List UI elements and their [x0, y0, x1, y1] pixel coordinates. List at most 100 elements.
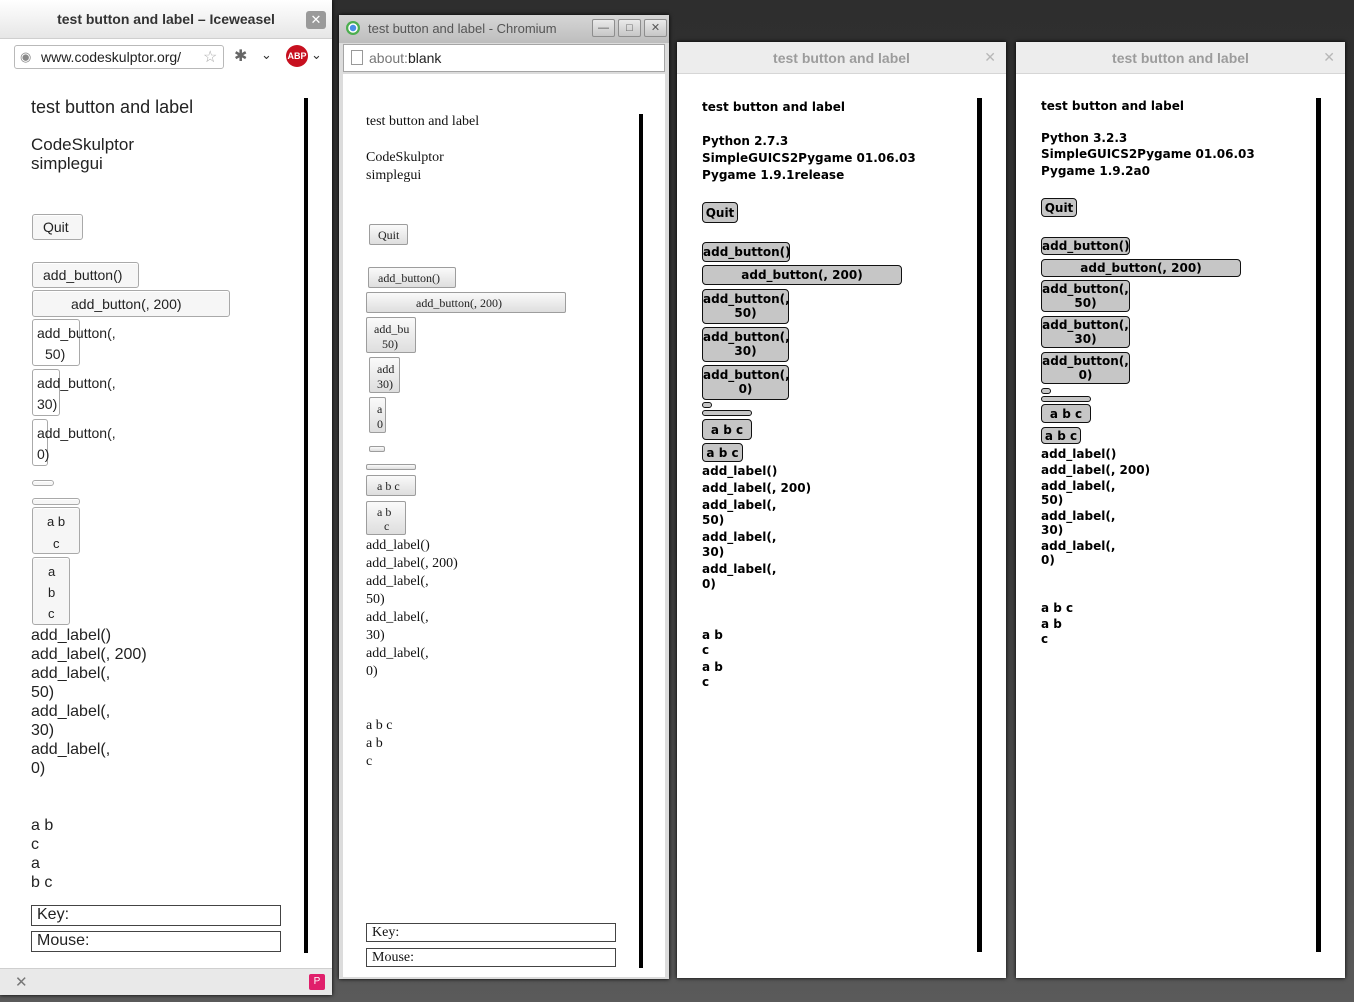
abc-button-40[interactable]: a b c [366, 501, 406, 535]
label-item: c [366, 754, 373, 769]
adblock-menu-chevron-icon[interactable]: ⌄ [311, 47, 322, 63]
add-button-default[interactable]: add_button() [32, 262, 139, 288]
label-item: c [702, 675, 710, 689]
close-icon[interactable]: ✕ [644, 19, 667, 37]
canvas-edge [1316, 98, 1321, 952]
label-item: c [702, 643, 710, 657]
quit-button[interactable]: Quit [1041, 198, 1077, 217]
empty-button-wide[interactable] [702, 410, 752, 416]
close-icon[interactable]: ✕ [984, 49, 996, 66]
adblock-icon[interactable]: ABP [286, 45, 308, 67]
label-item: b c [31, 874, 53, 891]
add-button-width-30[interactable]: add_button(, 30) [32, 369, 116, 416]
add-button-width-0[interactable]: add_button(, 0) [32, 419, 116, 466]
quit-button[interactable]: Quit [32, 214, 83, 240]
add-button-width-30[interactable]: add_button(, 30) [1041, 316, 1130, 348]
bug-icon[interactable]: ✱ [234, 46, 247, 66]
label-item: a b [1041, 617, 1062, 631]
omnibox[interactable]: about:blank [343, 44, 665, 72]
add-button-width-200[interactable]: add_button(, 200) [1041, 259, 1241, 277]
abc-button-1[interactable]: a b c [702, 419, 752, 440]
maximize-icon[interactable]: □ [618, 19, 641, 37]
abc-button-30[interactable]: a b c [32, 557, 70, 625]
quit-button[interactable]: Quit [369, 224, 408, 245]
add-button-width-0[interactable]: add_button(, 0) [702, 365, 790, 400]
label-item: add_label(, [366, 646, 429, 661]
abc-button-2[interactable]: a b c [1041, 427, 1081, 444]
chromium-window: test button and label - Chromium — □ ✕ a… [339, 15, 669, 979]
info-line: Pygame 1.9.2a0 [1041, 164, 1150, 178]
add-button-width-50[interactable]: add_button(, 50) [32, 319, 116, 366]
add-button-default[interactable]: add_button() [702, 242, 791, 262]
empty-button-wide[interactable] [366, 464, 416, 470]
title-bar[interactable]: test button and label ✕ [1016, 42, 1345, 74]
add-button-default[interactable]: add_button() [368, 267, 456, 288]
quit-button[interactable]: Quit [702, 202, 738, 223]
label-item: 0) [1041, 553, 1055, 567]
label-item: add_label(, 200) [31, 646, 147, 663]
abc-button-2[interactable]: a b c [702, 443, 743, 462]
info-line: SimpleGUICS2Pygame 01.06.03 [702, 151, 916, 165]
label-item: add_label(, [366, 574, 429, 589]
panel-title: test button and label [366, 114, 480, 129]
url-text: about:blank [369, 50, 442, 66]
add-button-width-50[interactable]: add_bu 50) [366, 317, 416, 353]
label-item: add_label(, [702, 530, 777, 544]
add-button-width-200[interactable]: add_button(, 200) [702, 265, 902, 285]
add-button-width-0[interactable]: a 0 [369, 397, 386, 433]
add-button-width-50[interactable]: add_button(, 50) [702, 289, 790, 324]
add-button-width-200[interactable]: add_button(, 200) [366, 292, 566, 313]
chevron-down-icon[interactable]: ⌄ [261, 47, 272, 63]
add-button-width-50[interactable]: add_button(, 50) [1041, 280, 1130, 312]
label-item: 0) [31, 760, 46, 777]
add-button-default[interactable]: add_button() [1041, 237, 1130, 255]
label-item: a [31, 855, 40, 872]
close-icon[interactable]: ✕ [306, 11, 326, 29]
empty-button-small[interactable] [32, 480, 54, 486]
pygame-window-python27: test button and label ✕ test button and … [677, 42, 1006, 978]
add-button-width-30[interactable]: add_button(, 30) [702, 327, 790, 362]
close-addon-bar-icon[interactable]: ✕ [15, 973, 28, 991]
label-item: c [31, 836, 39, 853]
label-item: 0) [702, 577, 716, 591]
empty-button-small[interactable] [1041, 388, 1051, 394]
label-item: 50) [366, 592, 385, 607]
label-item: add_label(, [1041, 539, 1116, 553]
add-button-width-0[interactable]: add_button(, 0) [1041, 352, 1130, 384]
title-bar[interactable]: test button and label ✕ [677, 42, 1006, 74]
empty-button-wide[interactable] [32, 498, 80, 505]
empty-button-small[interactable] [369, 446, 385, 452]
label-item: add_label() [1041, 447, 1117, 461]
title-bar[interactable]: test button and label – Iceweasel ✕ [0, 0, 332, 39]
canvas-edge [304, 98, 308, 953]
empty-button-wide[interactable] [1041, 396, 1091, 402]
label-item: add_label(, [702, 498, 777, 512]
abc-button-50[interactable]: a b c [32, 507, 80, 554]
empty-button-small[interactable] [702, 402, 712, 408]
panel-title: test button and label [31, 97, 194, 117]
label-item: add_label(, [31, 665, 111, 682]
abc-button-1[interactable]: a b c [1041, 404, 1091, 423]
add-button-width-200[interactable]: add_button(, 200) [32, 290, 230, 317]
info-line: Python 2.7.3 [702, 134, 789, 148]
url-bar[interactable]: ◉ www.codeskulptor.org/ ☆ [14, 45, 224, 69]
key-field: Key: [31, 905, 281, 926]
label-item: a b [366, 736, 383, 751]
label-item: 30) [31, 722, 55, 739]
mouse-field: Mouse: [366, 948, 616, 967]
minimize-icon[interactable]: — [592, 19, 615, 37]
label-item: a b [702, 628, 723, 642]
abc-button-50[interactable]: a b c [366, 475, 416, 496]
add-button-width-30[interactable]: add 30) [369, 357, 400, 393]
canvas-edge [639, 114, 643, 968]
star-icon[interactable]: ☆ [203, 47, 217, 67]
close-icon[interactable]: ✕ [1323, 49, 1335, 66]
label-item: 30) [1041, 523, 1064, 537]
addon-icon[interactable]: P [309, 974, 325, 990]
panel-line-simplegui: simplegui [31, 154, 103, 173]
title-bar[interactable]: test button and label - Chromium — □ ✕ [339, 15, 669, 43]
canvas-edge [977, 98, 982, 952]
panel-line-codeskulptor: CodeSkulptor [366, 150, 444, 165]
label-item: add_label(, 200) [702, 481, 812, 495]
panel-line-simplegui: simplegui [366, 168, 422, 183]
